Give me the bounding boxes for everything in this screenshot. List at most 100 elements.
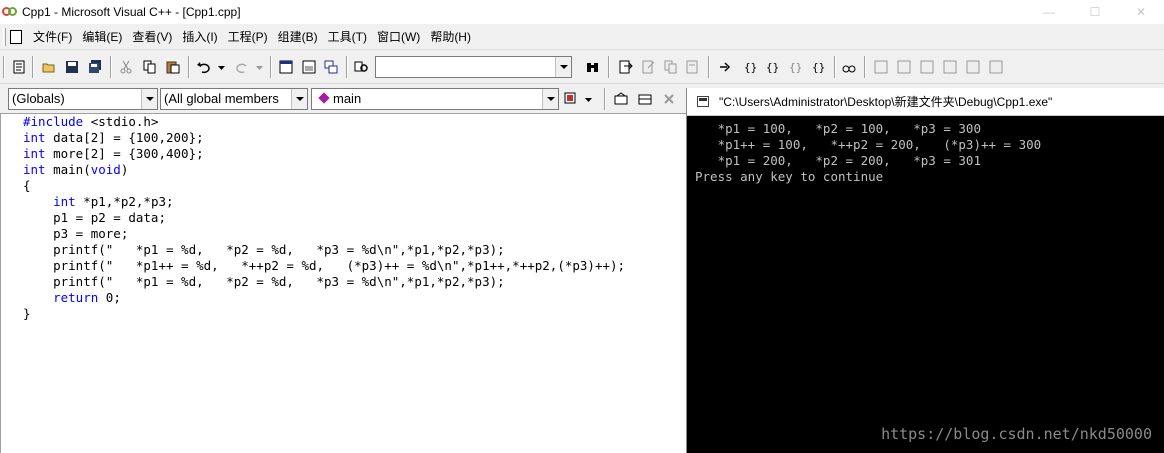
- redo-icon[interactable]: [233, 58, 251, 76]
- menu-help[interactable]: 帮助(H): [425, 27, 476, 47]
- code-editor[interactable]: #include <stdio.h> int data[2] = {100,20…: [0, 113, 686, 453]
- workspace-icon[interactable]: [277, 58, 295, 76]
- menu-build[interactable]: 组建(B): [273, 27, 323, 47]
- console-line: *p1 = 100, *p2 = 100, *p3 = 300: [695, 121, 981, 136]
- menu-bar: 文件(F) 编辑(E) 查看(V) 插入(I) 工程(P) 组建(B) 工具(T…: [0, 24, 1164, 50]
- svg-text:{}: {}: [744, 61, 757, 74]
- window-list-icon[interactable]: [322, 58, 340, 76]
- minimize-button[interactable]: —: [1026, 0, 1072, 24]
- registers-window-icon[interactable]: [918, 58, 936, 76]
- code-line-4: int main(void): [23, 162, 129, 177]
- members-dropdown-button[interactable]: [291, 89, 307, 109]
- menu-grip[interactable]: [3, 27, 6, 46]
- menu-window[interactable]: 窗口(W): [372, 27, 425, 47]
- step-over-icon[interactable]: {}: [764, 58, 782, 76]
- step-out-icon[interactable]: {}: [787, 58, 805, 76]
- build-icon[interactable]: [640, 58, 658, 76]
- console-line: *p1++ = 100, *++p2 = 200, (*p3)++ = 300: [695, 137, 1042, 152]
- disassembly-window-icon[interactable]: [987, 58, 1005, 76]
- close-button[interactable]: ✕: [1118, 0, 1164, 24]
- stop-build-icon[interactable]: [660, 90, 678, 108]
- console-app-icon: [697, 96, 709, 107]
- function-combo-value: main: [333, 91, 362, 106]
- chevron-down-icon: [559, 65, 568, 69]
- build-stack-icon[interactable]: [636, 90, 654, 108]
- undo-icon[interactable]: [195, 58, 213, 76]
- search-binoculars-icon[interactable]: [584, 58, 602, 76]
- console-title-bar[interactable]: "C:\Users\Administrator\Desktop\新建文件夹\De…: [687, 88, 1164, 116]
- maximize-button[interactable]: ☐: [1072, 0, 1118, 24]
- svg-text:{}: {}: [812, 61, 825, 74]
- step-into-icon[interactable]: {}: [742, 58, 760, 76]
- code-line-12: return 0;: [53, 290, 121, 305]
- menu-file[interactable]: 文件(F): [28, 27, 77, 47]
- chevron-down-icon: [295, 97, 304, 101]
- visual-cpp-logo-icon: [2, 6, 18, 18]
- watermark: https://blog.csdn.net/nkd50000: [881, 425, 1152, 443]
- paste-icon[interactable]: [164, 58, 182, 76]
- function-combo[interactable]: main: [311, 88, 559, 110]
- save-all-icon[interactable]: [86, 58, 104, 76]
- find-in-files-icon[interactable]: [352, 58, 370, 76]
- chevron-down-icon: [145, 97, 154, 101]
- code-line-7: p1 = p2 = data;: [23, 210, 166, 225]
- menu-insert[interactable]: 插入(I): [177, 27, 222, 47]
- document-icon[interactable]: [10, 29, 22, 44]
- menu-view[interactable]: 查看(V): [127, 27, 177, 47]
- find-combo-box[interactable]: [375, 56, 572, 78]
- copy-icon[interactable]: [141, 58, 159, 76]
- code-line-13: }: [23, 306, 31, 321]
- new-text-file-icon[interactable]: [10, 58, 28, 76]
- code-text: #include <stdio.h> int data[2] = {100,20…: [23, 114, 625, 322]
- find-combo-dropdown-button[interactable]: [555, 57, 571, 77]
- watch-window-icon[interactable]: [872, 58, 890, 76]
- title-bar: Cpp1 - Microsoft Visual C++ - [Cpp1.cpp]…: [0, 0, 1164, 24]
- output-window-icon[interactable]: [300, 58, 318, 76]
- redo-dropdown-arrow-icon[interactable]: [251, 58, 269, 76]
- function-dropdown-button[interactable]: [542, 89, 558, 109]
- compile-stack-icon[interactable]: [612, 90, 630, 108]
- standard-toolbar: {} {} {} {}: [0, 51, 1164, 84]
- quick-watch-icon[interactable]: [840, 58, 858, 76]
- code-line-5: {: [23, 178, 31, 193]
- console-line: *p1 = 200, *p2 = 200, *p3 = 301: [695, 153, 981, 168]
- memory-window-icon[interactable]: [941, 58, 959, 76]
- save-icon[interactable]: [63, 58, 81, 76]
- menu-edit[interactable]: 编辑(E): [77, 27, 127, 47]
- scope-dropdown-button[interactable]: [141, 89, 157, 109]
- code-line-8: p3 = more;: [23, 226, 129, 241]
- console-window[interactable]: "C:\Users\Administrator\Desktop\新建文件夹\De…: [686, 88, 1164, 453]
- console-output: *p1 = 100, *p2 = 100, *p3 = 300 *p1++ = …: [695, 121, 1041, 185]
- members-combo[interactable]: (All global members: [160, 88, 308, 110]
- undo-dropdown-arrow-icon[interactable]: [213, 58, 231, 76]
- wizard-action-dropdown-icon[interactable]: [580, 90, 598, 108]
- svg-text:{}: {}: [789, 61, 802, 74]
- code-line-11: printf(" *p1 = %d, *p2 = %d, *p3 = %d\n"…: [23, 274, 505, 289]
- call-stack-window-icon[interactable]: [964, 58, 982, 76]
- variables-window-icon[interactable]: [895, 58, 913, 76]
- code-line-1: #include <stdio.h>: [23, 114, 159, 129]
- go-arrow-icon[interactable]: [716, 58, 734, 76]
- code-line-10: printf(" *p1++ = %d, *++p2 = %d, (*p3)++…: [23, 258, 626, 273]
- batch-build-icon[interactable]: [684, 58, 702, 76]
- cut-icon[interactable]: [117, 58, 135, 76]
- code-line-6: int *p1,*p2,*p3;: [53, 194, 174, 209]
- svg-text:{}: {}: [766, 61, 779, 74]
- scope-combo[interactable]: (Globals): [8, 88, 158, 110]
- run-to-cursor-icon[interactable]: {}: [810, 58, 828, 76]
- window-title: Cpp1 - Microsoft Visual C++ - [Cpp1.cpp]: [22, 5, 241, 19]
- members-combo-value: (All global members: [164, 91, 279, 106]
- code-line-3: int more[2] = {300,400};: [23, 146, 204, 161]
- code-line-2: int data[2] = {100,200};: [23, 130, 204, 145]
- wizard-action-icon[interactable]: [562, 90, 580, 108]
- menu-project[interactable]: 工程(P): [223, 27, 273, 47]
- compile-icon[interactable]: [617, 58, 635, 76]
- build-all-icon[interactable]: [662, 58, 680, 76]
- menu-tools[interactable]: 工具(T): [323, 27, 372, 47]
- function-icon: [318, 92, 330, 104]
- open-folder-icon[interactable]: [40, 58, 58, 76]
- console-line: Press any key to continue: [695, 169, 884, 184]
- wizard-bar: (Globals) (All global members main: [0, 85, 686, 113]
- console-title: "C:\Users\Administrator\Desktop\新建文件夹\De…: [719, 95, 1053, 109]
- code-line-9: printf(" *p1 = %d, *p2 = %d, *p3 = %d\n"…: [23, 242, 505, 257]
